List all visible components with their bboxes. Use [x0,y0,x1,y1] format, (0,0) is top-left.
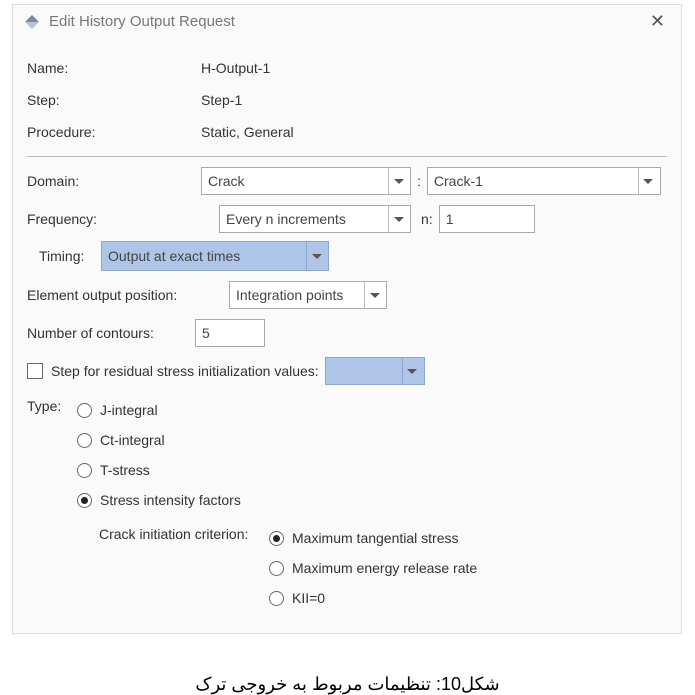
name-value: H-Output-1 [201,60,270,76]
n-input[interactable]: 1 [439,205,535,233]
residual-checkbox[interactable] [27,363,43,379]
domain-select[interactable]: Crack [201,167,411,195]
opt-merr: Maximum energy release rate [292,560,477,576]
radio-sif[interactable] [77,493,92,508]
chevron-down-icon [388,168,408,194]
n-label: n: [411,211,439,227]
eop-select[interactable]: Integration points [229,281,387,309]
figure-caption: شکل10: تنظیمات مربوط به خروجی ترک [0,674,695,695]
titlebar: Edit History Output Request ✕ [13,5,681,38]
opt-sif: Stress intensity factors [100,492,241,508]
chevron-down-icon [388,206,408,232]
colon: : [411,173,427,189]
eop-select-value: Integration points [236,287,358,303]
residual-label: Step for residual stress initialization … [51,363,319,379]
name-label: Name: [27,60,201,76]
radio-t-stress[interactable] [77,463,92,478]
radio-ct-integral[interactable] [77,433,92,448]
residual-select[interactable] [325,357,425,385]
radio-j-integral[interactable] [77,403,92,418]
frequency-select[interactable]: Every n increments [219,205,411,233]
app-icon [23,13,41,31]
frequency-select-value: Every n increments [226,211,382,227]
timing-select-value: Output at exact times [108,248,300,264]
frequency-label: Frequency: [27,211,219,227]
dialog-body: Name: H-Output-1 Step: Step-1 Procedure:… [13,38,681,633]
chevron-down-icon [306,242,326,270]
radio-mts[interactable] [269,531,284,546]
domain-label: Domain: [27,173,201,189]
domain-name-select[interactable]: Crack-1 [427,167,661,195]
domain-select-value: Crack [208,173,382,189]
eop-label: Element output position: [27,287,229,303]
procedure-label: Procedure: [27,124,201,140]
timing-select[interactable]: Output at exact times [101,241,329,271]
window-title: Edit History Output Request [49,13,235,30]
opt-kii: KII=0 [292,590,325,606]
timing-label: Timing: [39,248,101,264]
procedure-value: Static, General [201,124,294,140]
step-label: Step: [27,92,201,108]
contours-label: Number of contours: [27,325,195,341]
n-value: 1 [446,211,454,227]
step-value: Step-1 [201,92,242,108]
chevron-down-icon [638,168,658,194]
radio-kii[interactable] [269,591,284,606]
opt-mts: Maximum tangential stress [292,530,459,546]
divider [27,156,667,157]
contours-input[interactable]: 5 [195,319,265,347]
chevron-down-icon [364,282,384,308]
close-button[interactable]: ✕ [644,11,671,32]
radio-merr[interactable] [269,561,284,576]
domain-name-value: Crack-1 [434,173,632,189]
opt-ct-integral: Ct-integral [100,432,165,448]
opt-j-integral: J-integral [100,402,158,418]
opt-t-stress: T-stress [100,462,150,478]
chevron-down-icon [402,358,422,384]
cic-label: Crack initiation criterion: [99,523,269,613]
dialog: Edit History Output Request ✕ Name: H-Ou… [12,4,682,634]
contours-value: 5 [202,325,210,341]
type-label: Type: [27,395,77,613]
